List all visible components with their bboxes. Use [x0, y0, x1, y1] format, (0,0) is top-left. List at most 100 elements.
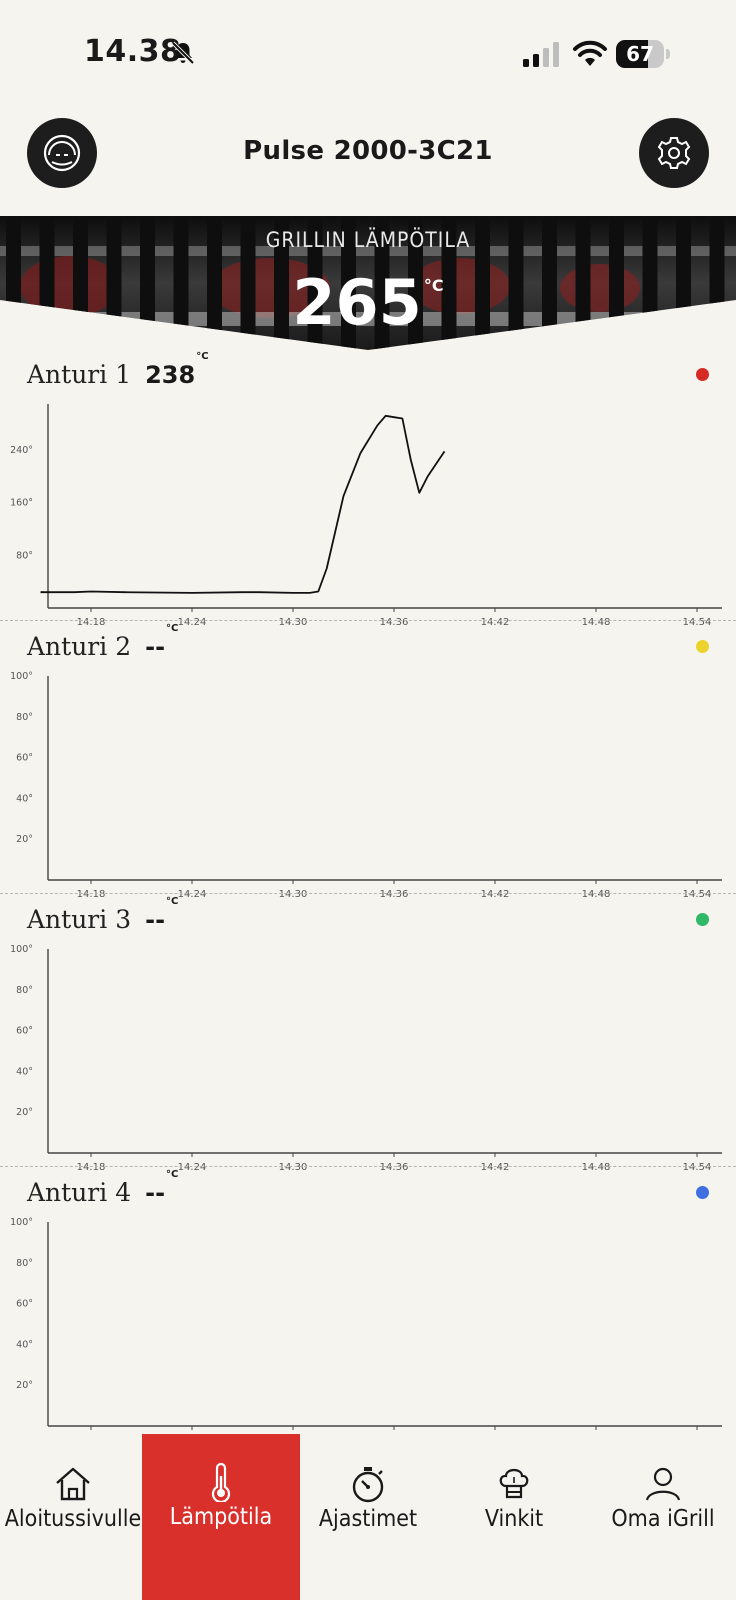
probe-temperature-chart: 14.18 14.24 14.30 14.36 14.42 14.48 14.54 80° 16…	[10, 404, 722, 628]
probe-temperature-unit: °C	[166, 896, 179, 907]
settings-button[interactable]	[639, 118, 709, 188]
grill-temperature-value: 265 °C	[0, 266, 736, 339]
y-tick-label: 20°	[16, 1380, 33, 1391]
nav-home[interactable]: Aloitussivulle	[0, 1436, 146, 1600]
nav-timers[interactable]: Ajastimet	[300, 1436, 436, 1600]
probe-card-2[interactable]: Anturi 2 --°C 14.18 14.24 14.30 14.36 14.42 1…	[0, 623, 736, 904]
x-tick-label: 14.54	[683, 889, 712, 900]
probe-temperature-chart: 14.1814.2414.3014.3614.4214.4814.5420°40…	[10, 671, 722, 900]
grill-temperature-unit: °C	[423, 276, 444, 295]
divider	[0, 620, 736, 621]
x-tick-label: 14.48	[582, 617, 611, 628]
chef-hat-icon	[499, 1468, 529, 1499]
probe-temperature-number: --	[145, 906, 166, 934]
thermometer-icon	[211, 1462, 231, 1502]
gear-icon	[657, 137, 691, 169]
y-tick-label: 20°	[16, 834, 33, 845]
y-tick-label: 100°	[10, 1217, 33, 1228]
y-tick-label: 80°	[16, 1258, 33, 1269]
y-tick-label: 80°	[16, 712, 33, 723]
y-tick-label: 40°	[16, 1339, 33, 1350]
x-tick-label: 14.42	[481, 617, 510, 628]
battery-indicator: 67	[616, 40, 670, 68]
status-bar: 14.38 67	[0, 0, 736, 110]
x-tick-label: 14.18	[77, 889, 106, 900]
divider	[0, 893, 736, 894]
nav-label: Oma iGrill	[611, 1506, 715, 1532]
nav-label: Ajastimet	[318, 1506, 418, 1532]
x-tick-label: 14.18	[77, 1162, 106, 1173]
probe-name: Anturi 4	[27, 1178, 132, 1207]
y-tick-label: 60°	[16, 1299, 33, 1310]
nav-label: Aloitussivulle	[4, 1506, 142, 1532]
probe-temperature-chart: 14.1814.2414.3014.3614.4214.4814.5420°40…	[10, 1217, 722, 1446]
y-tick-label: 40°	[16, 1066, 33, 1077]
probe-color-dot	[696, 1186, 709, 1199]
probe-color-dot	[696, 640, 709, 653]
probe-color-dot	[696, 368, 709, 381]
x-tick-label: 14.30	[279, 617, 308, 628]
probe-name: Anturi 2	[27, 632, 132, 661]
user-icon	[645, 1467, 681, 1501]
x-tick-label: 14.42	[481, 1162, 510, 1173]
probe-card-3[interactable]: Anturi 3 --°C 14.18 14.24 14.30 14.36 14.42 1…	[0, 896, 736, 1177]
stopwatch-icon	[352, 1467, 384, 1503]
y-tick-label: 20°	[16, 1107, 33, 1118]
y-tick-label: 40°	[16, 793, 33, 804]
probe-temperature-number: 238	[145, 361, 196, 389]
grill-temperature-label: GRILLIN LÄMPÖTILA	[265, 228, 471, 252]
nav-my-igrill[interactable]: Oma iGrill	[590, 1436, 736, 1600]
x-tick-label: 14.24	[178, 617, 207, 628]
y-tick-label: 60°	[16, 1026, 33, 1037]
probe-temperature-number: --	[145, 1179, 166, 1207]
y-tick-label: 100°	[10, 944, 33, 955]
probe-name: Anturi 1	[27, 360, 132, 389]
x-tick-label: 14.24	[178, 1162, 207, 1173]
probe-temperature-unit: °C	[196, 351, 209, 362]
x-tick-label: 14.54	[683, 1162, 712, 1173]
nav-temperature[interactable]: Lämpötila	[142, 1434, 300, 1600]
home-icon	[56, 1467, 90, 1501]
probe-temperature: --°C	[145, 1169, 178, 1207]
y-tick-label: 80°	[16, 985, 33, 996]
bell-muted-icon	[171, 41, 195, 65]
y-tick-label: 60°	[16, 753, 33, 764]
x-tick-label: 14.48	[582, 1162, 611, 1173]
battery-percentage: 67	[626, 42, 654, 66]
probe-temperature-unit: °C	[166, 1169, 179, 1180]
bottom-navigation: Aloitussivulle Lämpötila Ajastimet Vinki…	[0, 1434, 736, 1600]
x-tick-label: 14.30	[279, 889, 308, 900]
x-tick-label: 14.36	[380, 1162, 409, 1173]
y-tick-label: 100°	[10, 671, 33, 682]
x-tick-label: 14.36	[380, 889, 409, 900]
probe-temperature: 238°C	[145, 351, 208, 389]
probe-card-4[interactable]: Anturi 4 --°C 14.1814.2414.3014.3614.421…	[0, 1169, 736, 1450]
series-line	[40, 414, 446, 594]
x-tick-label: 14.30	[279, 1162, 308, 1173]
probe-color-dot	[696, 913, 709, 926]
x-tick-label: 14.36	[380, 617, 409, 628]
divider	[0, 1166, 736, 1167]
probe-temperature: --°C	[145, 896, 178, 934]
y-tick-label: 240°	[10, 445, 33, 456]
grill-temperature-number: 265	[292, 266, 422, 339]
x-tick-label: 14.18	[77, 617, 106, 628]
probe-card-1[interactable]: Anturi 1 238°C 14.18 14.24 14.30 14.36 14.42…	[0, 351, 736, 632]
probe-name: Anturi 3	[27, 905, 132, 934]
probe-temperature-number: --	[145, 633, 166, 661]
nav-tips[interactable]: Vinkit	[446, 1436, 582, 1600]
cellular-signal-icon	[523, 42, 559, 67]
page-title: Pulse 2000-3C21	[243, 136, 493, 166]
probe-temperature-chart: 14.18 14.24 14.30 14.36 14.42 14.48 14.54 20° 40…	[10, 944, 722, 1173]
x-tick-label: 14.42	[481, 889, 510, 900]
nav-label: Vinkit	[484, 1506, 544, 1532]
status-time: 14.38	[84, 34, 182, 69]
x-tick-label: 14.54	[683, 617, 712, 628]
y-tick-label: 160°	[10, 498, 33, 509]
x-tick-label: 14.24	[178, 889, 207, 900]
probe-temperature: --°C	[145, 623, 178, 661]
probe-temperature-unit: °C	[166, 623, 179, 634]
nav-label: Lämpötila	[169, 1504, 273, 1530]
y-tick-label: 80°	[16, 550, 33, 561]
wifi-icon	[573, 40, 607, 66]
